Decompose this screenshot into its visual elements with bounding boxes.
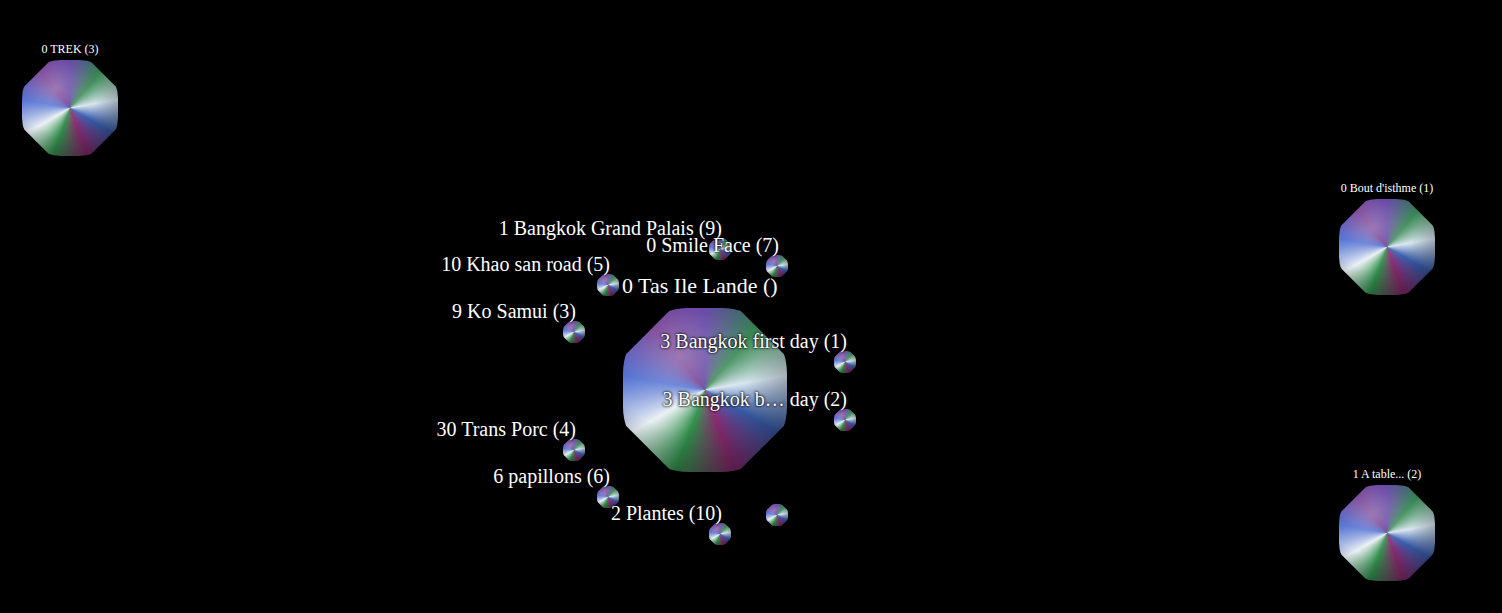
current-album-title: 0 Tas Ile Lande () (622, 274, 778, 298)
album-label: 6 papillons (6) (493, 465, 610, 487)
album-label: 10 Khao san road (5) (441, 253, 610, 275)
album-label: 3 Bangkok b… day (2) (663, 388, 847, 410)
album-sphere[interactable] (766, 504, 788, 526)
album-label: 0 TREK (3) (41, 43, 98, 56)
album-sphere[interactable] (1339, 199, 1435, 295)
album-sphere[interactable] (563, 439, 585, 461)
album-label: 1 A table... (2) (1353, 468, 1422, 481)
album-label: 2 Plantes (10) (611, 502, 722, 524)
album-label: 0 Bout d'isthme (1) (1341, 182, 1434, 195)
album-sphere[interactable] (709, 523, 731, 545)
album-sphere[interactable] (563, 321, 585, 343)
album-label: 0 Smile Face (7) (646, 234, 779, 256)
album-label: 3 Bangkok first day (1) (660, 330, 847, 352)
album-sphere[interactable] (22, 60, 118, 156)
album-sphere[interactable] (1339, 485, 1435, 581)
album-sphere[interactable] (597, 274, 619, 296)
album-sphere[interactable] (834, 351, 856, 373)
album-sphere[interactable] (834, 409, 856, 431)
album-label: 9 Ko Samui (3) (452, 300, 576, 322)
album-scene[interactable]: 0 Tas Ile Lande ()1 Bangkok Grand Palais… (0, 0, 1502, 613)
album-label: 30 Trans Porc (4) (437, 418, 576, 440)
